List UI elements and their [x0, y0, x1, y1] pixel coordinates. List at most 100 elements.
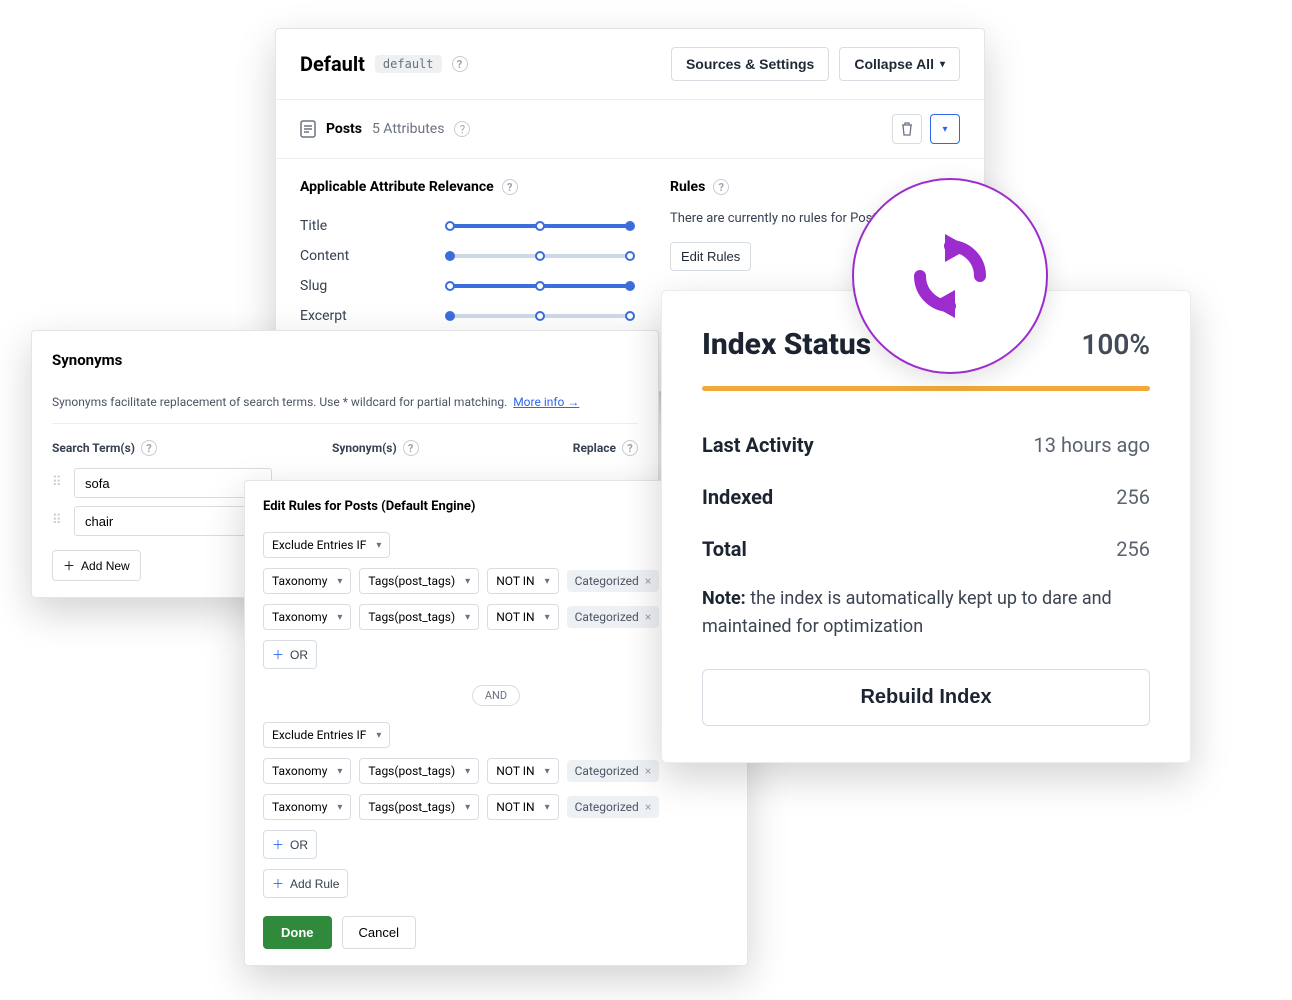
help-icon[interactable]: ?	[713, 179, 729, 195]
done-button[interactable]: Done	[263, 916, 332, 949]
close-icon[interactable]: ×	[645, 800, 651, 814]
posts-label: Posts	[326, 121, 362, 137]
chevron-down-icon: ▾	[465, 766, 470, 777]
panel-title-group: Default default ?	[300, 52, 468, 76]
slider[interactable]	[450, 224, 630, 228]
taxonomy-select[interactable]: Taxonomy▾	[263, 758, 351, 784]
panel-footer: Done Cancel	[263, 916, 729, 949]
trash-icon	[901, 122, 913, 136]
edit-rules-title: Edit Rules for Posts (Default Engine)	[263, 499, 729, 514]
sources-settings-button[interactable]: Sources & Settings	[671, 47, 829, 81]
help-icon[interactable]: ?	[454, 121, 470, 137]
chevron-down-icon: ▾	[545, 612, 550, 623]
search-term-input[interactable]	[74, 468, 272, 498]
rebuild-index-button[interactable]: Rebuild Index	[702, 669, 1150, 726]
chevron-down-icon: ▾	[545, 802, 550, 813]
note-label: Note:	[702, 588, 746, 609]
chevron-down-icon: ▾	[545, 576, 550, 587]
note-text: the index is automatically kept up to da…	[702, 588, 1112, 637]
kv-indexed: Indexed 256	[702, 471, 1150, 523]
refresh-icon	[900, 226, 1000, 326]
tags-select[interactable]: Tags(post_tags)▾	[359, 794, 479, 820]
exclude-select[interactable]: Exclude Entries IF▾	[263, 722, 390, 748]
add-rule-row: ＋Add Rule	[263, 869, 729, 898]
close-icon[interactable]: ×	[645, 574, 651, 588]
kv-value: 256	[1116, 537, 1150, 561]
help-icon[interactable]: ?	[622, 440, 638, 456]
synonyms-desc: Synonyms facilitate replacement of searc…	[52, 395, 638, 424]
kv-value: 256	[1116, 485, 1150, 509]
operator-select[interactable]: NOT IN▾	[487, 568, 558, 594]
kv-key: Indexed	[702, 485, 773, 509]
value-tag: Categorized×	[567, 606, 660, 628]
operator-select[interactable]: NOT IN▾	[487, 758, 558, 784]
chevron-down-icon: ▾	[337, 766, 342, 777]
attr-label: Excerpt	[300, 308, 347, 324]
exclude-select[interactable]: Exclude Entries IF▾	[263, 532, 390, 558]
posts-bar-right: ▾	[892, 114, 960, 144]
help-icon[interactable]: ?	[141, 440, 157, 456]
chevron-down-icon: ▾	[337, 802, 342, 813]
drag-handle-icon[interactable]: ⠿	[52, 479, 66, 487]
synonyms-columns: Search Term(s)? Synonym(s)? Replace?	[52, 440, 638, 456]
slider[interactable]	[450, 254, 630, 258]
or-row: ＋OR	[263, 830, 729, 859]
help-icon[interactable]: ?	[502, 179, 518, 195]
delete-button[interactable]	[892, 114, 922, 144]
panel-actions: Sources & Settings Collapse All▾	[671, 47, 960, 81]
posts-bar: Posts 5 Attributes ? ▾	[276, 100, 984, 159]
plus-icon: ＋	[272, 646, 284, 663]
add-new-button[interactable]: ＋ Add New	[52, 550, 141, 581]
chevron-down-icon: ▾	[465, 612, 470, 623]
chevron-down-icon: ▾	[376, 730, 381, 741]
slider[interactable]	[450, 314, 630, 318]
edit-rules-button[interactable]: Edit Rules	[670, 242, 751, 271]
drag-handle-icon[interactable]: ⠿	[52, 517, 66, 525]
rule-line: Taxonomy▾ Tags(post_tags)▾ NOT IN▾ Categ…	[263, 604, 729, 630]
chevron-down-icon: ▾	[545, 766, 550, 777]
search-term-input[interactable]	[74, 506, 272, 536]
tags-select[interactable]: Tags(post_tags)▾	[359, 758, 479, 784]
panel-header: Default default ? Sources & Settings Col…	[276, 29, 984, 100]
help-icon[interactable]: ?	[452, 56, 468, 72]
chevron-down-icon: ▾	[465, 576, 470, 587]
cancel-button[interactable]: Cancel	[342, 916, 416, 949]
kv-value: 13 hours ago	[1034, 433, 1150, 457]
tags-select[interactable]: Tags(post_tags)▾	[359, 568, 479, 594]
document-icon	[300, 120, 316, 138]
chevron-down-icon: ▾	[940, 59, 945, 70]
rule-line: Taxonomy▾ Tags(post_tags)▾ NOT IN▾ Categ…	[263, 794, 729, 820]
attr-row-title: Title	[300, 211, 630, 241]
plus-icon: ＋	[272, 875, 284, 892]
and-pill: AND	[472, 685, 520, 706]
rule-line: Taxonomy▾ Tags(post_tags)▾ NOT IN▾ Categ…	[263, 758, 729, 784]
chevron-down-icon: ▾	[337, 612, 342, 623]
slider[interactable]	[450, 284, 630, 288]
panel-title: Default	[300, 52, 365, 76]
taxonomy-select[interactable]: Taxonomy▾	[263, 568, 351, 594]
col-synonym: Synonym(s)?	[332, 440, 558, 456]
chevron-down-icon: ▾	[465, 802, 470, 813]
index-status-percent: 100%	[1081, 328, 1150, 361]
or-button[interactable]: ＋OR	[263, 640, 317, 669]
attr-row-slug: Slug	[300, 271, 630, 301]
more-info-link[interactable]: More info →	[513, 395, 579, 409]
attr-label: Title	[300, 218, 327, 234]
or-button[interactable]: ＋OR	[263, 830, 317, 859]
expand-button[interactable]: ▾	[930, 114, 960, 144]
tags-select[interactable]: Tags(post_tags)▾	[359, 604, 479, 630]
value-tag: Categorized×	[567, 760, 660, 782]
taxonomy-select[interactable]: Taxonomy▾	[263, 794, 351, 820]
operator-select[interactable]: NOT IN▾	[487, 794, 558, 820]
chevron-down-icon: ▾	[337, 576, 342, 587]
close-icon[interactable]: ×	[645, 764, 651, 778]
collapse-all-button[interactable]: Collapse All▾	[839, 47, 960, 81]
value-tag: Categorized×	[567, 796, 660, 818]
close-icon[interactable]: ×	[645, 610, 651, 624]
operator-select[interactable]: NOT IN▾	[487, 604, 558, 630]
col-search: Search Term(s)?	[52, 440, 332, 456]
add-rule-button[interactable]: ＋Add Rule	[263, 869, 348, 898]
taxonomy-select[interactable]: Taxonomy▾	[263, 604, 351, 630]
attr-row-content: Content	[300, 241, 630, 271]
help-icon[interactable]: ?	[403, 440, 419, 456]
